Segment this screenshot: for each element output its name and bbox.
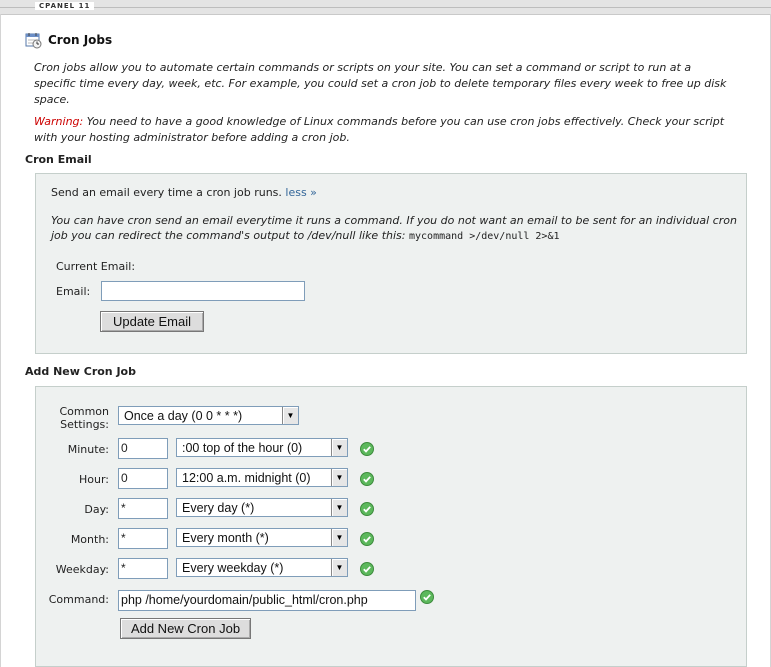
email-description: You can have cron send an email everytim…	[51, 213, 741, 244]
common-settings-label-line2: Settings:	[60, 418, 109, 431]
send-email-label: Send an email every time a cron job runs…	[51, 186, 286, 199]
weekday-input[interactable]: *	[118, 558, 168, 579]
warning-text: Warning: You need to have a good knowled…	[34, 114, 734, 146]
email-description-text: You can have cron send an email everytim…	[51, 214, 737, 242]
add-cron-heading: Add New Cron Job	[25, 365, 136, 378]
cron-email-heading: Cron Email	[25, 153, 92, 166]
top-bar: CPANEL 11	[0, 0, 771, 15]
common-settings-value: Once a day (0 0 * * *)	[124, 409, 243, 423]
chevron-down-icon[interactable]: ▼	[331, 499, 347, 516]
check-icon	[420, 590, 434, 604]
day-select[interactable]: Every day (*) ▼	[176, 498, 348, 517]
update-email-button[interactable]: Update Email	[100, 311, 204, 332]
month-select[interactable]: Every month (*) ▼	[176, 528, 348, 547]
common-settings-label: Common Settings:	[36, 405, 109, 431]
hour-select-value: 12:00 a.m. midnight (0)	[182, 471, 311, 485]
add-cron-panel: Common Settings: Once a day (0 0 * * *) …	[35, 386, 747, 667]
weekday-select-value: Every weekday (*)	[182, 561, 284, 575]
hour-label: Hour:	[78, 473, 109, 486]
weekday-label: Weekday:	[55, 563, 109, 576]
weekday-select[interactable]: Every weekday (*) ▼	[176, 558, 348, 577]
email-label: Email:	[56, 285, 91, 298]
intro-text: Cron jobs allow you to automate certain …	[34, 61, 727, 106]
email-field[interactable]	[101, 281, 305, 301]
top-bar-divider	[0, 7, 771, 8]
common-settings-select[interactable]: Once a day (0 0 * * *) ▼	[118, 406, 299, 425]
less-link[interactable]: less »	[285, 186, 317, 199]
chevron-down-icon[interactable]: ▼	[331, 529, 347, 546]
check-icon	[360, 442, 374, 456]
warning-body: You need to have a good knowledge of Lin…	[34, 115, 725, 144]
minute-select[interactable]: :00 top of the hour (0) ▼	[176, 438, 348, 457]
month-label: Month:	[70, 533, 109, 546]
brand-label: CPANEL 11	[35, 2, 95, 10]
hour-select[interactable]: 12:00 a.m. midnight (0) ▼	[176, 468, 348, 487]
common-settings-label-line1: Common	[59, 405, 109, 418]
check-icon	[360, 562, 374, 576]
hour-input[interactable]: 0	[118, 468, 168, 489]
month-input[interactable]: *	[118, 528, 168, 549]
add-cron-job-button[interactable]: Add New Cron Job	[120, 618, 251, 639]
send-email-text: Send an email every time a cron job runs…	[51, 186, 317, 199]
day-label: Day:	[84, 503, 109, 516]
minute-input[interactable]: 0	[118, 438, 168, 459]
chevron-down-icon[interactable]: ▼	[282, 407, 298, 424]
day-select-value: Every day (*)	[182, 501, 255, 515]
warning-label: Warning:	[34, 115, 84, 128]
check-icon	[360, 502, 374, 516]
minute-label: Minute:	[67, 443, 109, 456]
frame-left-border	[0, 14, 1, 667]
chevron-down-icon[interactable]: ▼	[331, 439, 347, 456]
cron-email-panel: Send an email every time a cron job runs…	[35, 173, 747, 354]
command-label: Command:	[48, 593, 109, 606]
day-input[interactable]: *	[118, 498, 168, 519]
check-icon	[360, 472, 374, 486]
current-email-label: Current Email:	[56, 260, 136, 273]
example-command: mycommand >/dev/null 2>&1	[408, 231, 560, 242]
command-input[interactable]: php /home/yourdomain/public_html/cron.ph…	[118, 590, 416, 611]
chevron-down-icon[interactable]: ▼	[331, 469, 347, 486]
chevron-down-icon[interactable]: ▼	[331, 559, 347, 576]
calendar-clock-icon	[25, 33, 42, 49]
check-icon	[360, 532, 374, 546]
page-title: Cron Jobs	[48, 33, 113, 47]
minute-select-value: :00 top of the hour (0)	[182, 441, 303, 455]
month-select-value: Every month (*)	[182, 531, 269, 545]
